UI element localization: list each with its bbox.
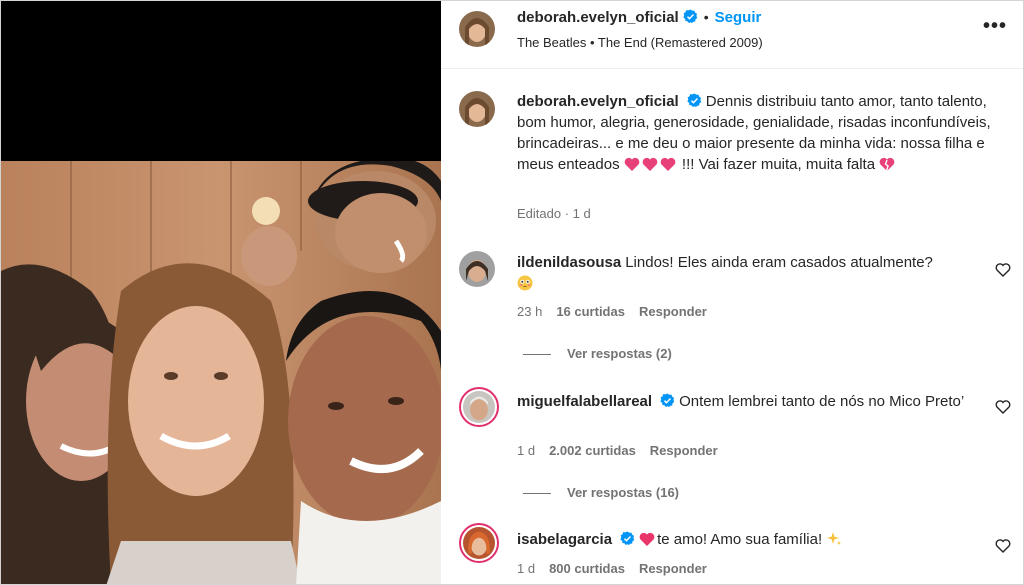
comment-body: te amo! Amo sua família! [657, 531, 823, 548]
comment-text: miguelfalabellareal Ontem lembrei tanto d… [517, 391, 977, 412]
caption-meta: Editado · 1 d [517, 206, 591, 221]
post-photo [1, 161, 441, 584]
commenter-avatar-story-ring[interactable] [459, 387, 499, 427]
more-options-icon[interactable]: ••• [983, 16, 1007, 39]
comment-body: Lindos! Eles ainda eram casados atualmen… [625, 254, 933, 271]
view-replies-button[interactable]: Ver respostas (2) [523, 346, 672, 361]
red-heart-icon [639, 532, 655, 553]
comment-likes[interactable]: 16 curtidas [556, 304, 625, 319]
comment-author-username[interactable]: ildenildasousa [517, 254, 621, 271]
comment-meta: 1 d 2.002 curtidas Responder [517, 443, 732, 458]
comment-likes[interactable]: 800 curtidas [549, 561, 625, 576]
like-comment-heart-icon[interactable] [995, 538, 1011, 554]
header-title-row: deborah.evelyn_oficial • Seguir [517, 9, 761, 27]
comment-text: ildenildasousa Lindos! Eles ainda eram ca… [517, 252, 977, 297]
broken-heart-icon [879, 157, 895, 178]
music-label[interactable]: The Beatles • The End (Remastered 2009) [517, 35, 763, 50]
pink-heart-icon [642, 157, 658, 178]
reply-button[interactable]: Responder [639, 304, 707, 319]
comment-time: 23 h [517, 304, 543, 319]
comment-meta: 1 d 800 curtidas Responder [517, 561, 721, 576]
verified-badge-icon [687, 93, 702, 108]
post-media[interactable] [1, 1, 441, 584]
header-separator: • [703, 9, 709, 25]
pink-heart-icon [660, 157, 676, 178]
comment-author-username[interactable]: miguelfalabellareal [517, 393, 652, 410]
view-replies-label: Ver respostas (16) [567, 485, 680, 500]
author-username[interactable]: deborah.evelyn_oficial [517, 9, 679, 26]
media-black-bar [1, 1, 441, 161]
view-replies-label: Ver respostas (2) [567, 346, 672, 361]
caption-author-username[interactable]: deborah.evelyn_oficial [517, 93, 679, 110]
pink-heart-icon [624, 157, 640, 178]
reply-button[interactable]: Responder [639, 561, 707, 576]
commenter-avatar-story-ring[interactable] [459, 523, 499, 563]
comment-time: 1 d [517, 561, 536, 576]
commenter-avatar[interactable] [459, 251, 495, 287]
sparkles-icon [826, 531, 842, 553]
comment-meta: 23 h 16 curtidas Responder [517, 304, 721, 319]
caption-body-part2: !!! Vai fazer muita, muita falta [681, 156, 876, 173]
like-comment-heart-icon[interactable] [995, 262, 1011, 278]
comment-likes[interactable]: 2.002 curtidas [549, 443, 636, 458]
comment-time: 1 d [517, 443, 536, 458]
comment-body: Ontem lembrei tanto de nós no Mico Preto… [679, 393, 965, 410]
author-avatar[interactable] [459, 11, 495, 47]
instagram-post-frame: deborah.evelyn_oficial • Seguir The Beatle… [0, 0, 1024, 585]
post-side-panel: deborah.evelyn_oficial • Seguir The Beatle… [441, 1, 1023, 584]
verified-badge-icon [620, 531, 635, 546]
comment-text: isabelagarcia te amo! Amo sua família! [517, 529, 977, 553]
caption-text: deborah.evelyn_oficial Dennis distribuiu … [517, 91, 997, 178]
verified-badge-icon [660, 393, 675, 408]
reply-button[interactable]: Responder [650, 443, 718, 458]
caption-author-avatar[interactable] [459, 91, 495, 127]
like-comment-heart-icon[interactable] [995, 399, 1011, 415]
view-replies-button[interactable]: Ver respostas (16) [523, 485, 679, 500]
post-header: deborah.evelyn_oficial • Seguir The Beatle… [441, 1, 1023, 69]
replies-line [523, 354, 551, 356]
follow-button[interactable]: Seguir [715, 9, 762, 26]
comment-author-username[interactable]: isabelagarcia [517, 531, 612, 548]
verified-badge-icon [683, 9, 698, 24]
replies-line [523, 493, 551, 495]
flushed-face-icon [517, 275, 533, 297]
